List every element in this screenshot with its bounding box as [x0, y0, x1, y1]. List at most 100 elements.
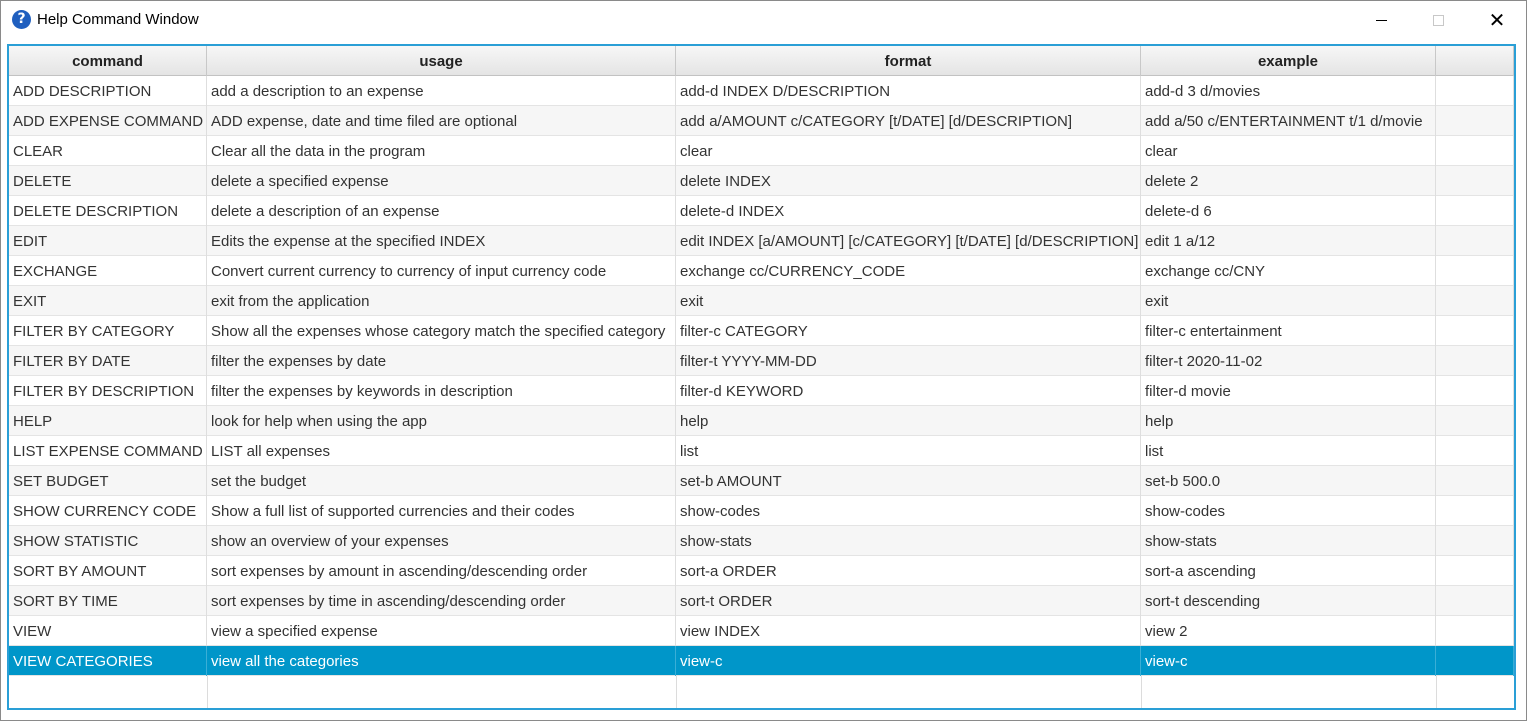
cell-example: show-stats — [1141, 526, 1436, 556]
cell-usage: view all the categories — [207, 646, 676, 676]
cell-format: help — [676, 406, 1141, 436]
cell-usage: look for help when using the app — [207, 406, 676, 436]
close-button[interactable]: ✕ — [1467, 1, 1527, 39]
table-row[interactable]: HELP look for help when using the app help… — [9, 406, 1514, 436]
cell-command: VIEW — [9, 616, 207, 646]
cell-command: SHOW STATISTIC — [9, 526, 207, 556]
cell-example: delete-d 6 — [1141, 196, 1436, 226]
cell-usage: add a description to an expense — [207, 76, 676, 106]
maximize-button[interactable] — [1408, 1, 1468, 39]
cell-format: sort-a ORDER — [676, 556, 1141, 586]
column-header-format[interactable]: format — [676, 46, 1141, 76]
cell-command: LIST EXPENSE COMMAND — [9, 436, 207, 466]
cell-example: show-codes — [1141, 496, 1436, 526]
cell-format: show-codes — [676, 496, 1141, 526]
table-row[interactable]: ADD EXPENSE COMMAND ADD expense, date and… — [9, 106, 1514, 136]
cell-usage: Show a full list of supported currencies… — [207, 496, 676, 526]
table-row[interactable]: DELETE DESCRIPTION delete a description o… — [9, 196, 1514, 226]
cell-command: ADD EXPENSE COMMAND — [9, 106, 207, 136]
cell-filler — [1436, 226, 1514, 256]
maximize-icon — [1432, 14, 1444, 26]
table-row[interactable]: EXCHANGE Convert current currency to curr… — [9, 256, 1514, 286]
cell-format: exit — [676, 286, 1141, 316]
table-header: command usage format example — [9, 46, 1514, 76]
cell-usage: sort expenses by amount in ascending/des… — [207, 556, 676, 586]
cell-command: HELP — [9, 406, 207, 436]
cell-command: EDIT — [9, 226, 207, 256]
cell-usage: exit from the application — [207, 286, 676, 316]
cell-filler — [1436, 406, 1514, 436]
table-row[interactable]: VIEW CATEGORIES view all the categories vi… — [9, 646, 1514, 676]
table-row[interactable]: SHOW CURRENCY CODE Show a full list of su… — [9, 496, 1514, 526]
cell-example: sort-a ascending — [1141, 556, 1436, 586]
table-body: ADD DESCRIPTION add a description to an e… — [9, 76, 1514, 676]
table-row[interactable]: LIST EXPENSE COMMAND LIST all expenses lis… — [9, 436, 1514, 466]
title-bar[interactable]: ? Help Command Window ✕ — [1, 1, 1526, 39]
cell-usage: Convert current currency to currency of … — [207, 256, 676, 286]
table-row[interactable]: FILTER BY CATEGORY Show all the expenses … — [9, 316, 1514, 346]
help-command-window: ? Help Command Window ✕ command usage fo… — [0, 0, 1527, 721]
cell-command: ADD DESCRIPTION — [9, 76, 207, 106]
column-header-example[interactable]: example — [1141, 46, 1436, 76]
table-row[interactable]: SORT BY TIME sort expenses by time in asc… — [9, 586, 1514, 616]
cell-usage: filter the expenses by keywords in descr… — [207, 376, 676, 406]
table-row[interactable]: DELETE delete a specified expense delete I… — [9, 166, 1514, 196]
cell-format: add-d INDEX D/DESCRIPTION — [676, 76, 1141, 106]
cell-command: EXCHANGE — [9, 256, 207, 286]
cell-example: exit — [1141, 286, 1436, 316]
cell-command: CLEAR — [9, 136, 207, 166]
cell-format: edit INDEX [a/AMOUNT] [c/CATEGORY] [t/DA… — [676, 226, 1141, 256]
cell-command: SET BUDGET — [9, 466, 207, 496]
close-icon: ✕ — [1488, 8, 1506, 32]
cell-filler — [1436, 106, 1514, 136]
cell-format: exchange cc/CURRENCY_CODE — [676, 256, 1141, 286]
cell-format: filter-d KEYWORD — [676, 376, 1141, 406]
column-header-command[interactable]: command — [9, 46, 207, 76]
table-row[interactable]: EXIT exit from the application exit exit — [9, 286, 1514, 316]
table-row[interactable]: FILTER BY DATE filter the expenses by dat… — [9, 346, 1514, 376]
cell-usage: Edits the expense at the specified INDEX — [207, 226, 676, 256]
cell-filler — [1436, 256, 1514, 286]
cell-example: exchange cc/CNY — [1141, 256, 1436, 286]
cell-filler — [1436, 136, 1514, 166]
cell-filler — [1436, 496, 1514, 526]
cell-example: clear — [1141, 136, 1436, 166]
cell-format: list — [676, 436, 1141, 466]
command-table[interactable]: command usage format example ADD DESCRIP… — [7, 44, 1516, 710]
cell-filler — [1436, 586, 1514, 616]
cell-filler — [1436, 376, 1514, 406]
table-row[interactable]: CLEAR Clear all the data in the program cl… — [9, 136, 1514, 166]
table-row[interactable]: ADD DESCRIPTION add a description to an e… — [9, 76, 1514, 106]
cell-usage: view a specified expense — [207, 616, 676, 646]
table-row[interactable]: VIEW view a specified expense view INDEX vi… — [9, 616, 1514, 646]
cell-filler — [1436, 436, 1514, 466]
cell-example: set-b 500.0 — [1141, 466, 1436, 496]
table-row[interactable]: SORT BY AMOUNT sort expenses by amount in… — [9, 556, 1514, 586]
cell-filler — [1436, 346, 1514, 376]
cell-format: filter-c CATEGORY — [676, 316, 1141, 346]
cell-format: filter-t YYYY-MM-DD — [676, 346, 1141, 376]
cell-format: view INDEX — [676, 616, 1141, 646]
cell-example: filter-c entertainment — [1141, 316, 1436, 346]
window-title: Help Command Window — [37, 11, 199, 28]
table-row[interactable]: SET BUDGET set the budget set-b AMOUNT set-… — [9, 466, 1514, 496]
cell-command: FILTER BY CATEGORY — [9, 316, 207, 346]
table-row[interactable]: FILTER BY DESCRIPTION filter the expenses… — [9, 376, 1514, 406]
cell-example: view-c — [1141, 646, 1436, 676]
cell-example: view 2 — [1141, 616, 1436, 646]
minimize-button[interactable] — [1351, 1, 1411, 39]
cell-filler — [1436, 616, 1514, 646]
cell-example: filter-t 2020-11-02 — [1141, 346, 1436, 376]
cell-example: sort-t descending — [1141, 586, 1436, 616]
cell-filler — [1436, 316, 1514, 346]
cell-usage: ADD expense, date and time filed are opt… — [207, 106, 676, 136]
table-row[interactable]: EDIT Edits the expense at the specified I… — [9, 226, 1514, 256]
cell-example: add-d 3 d/movies — [1141, 76, 1436, 106]
cell-example: list — [1141, 436, 1436, 466]
cell-filler — [1436, 76, 1514, 106]
column-header-usage[interactable]: usage — [207, 46, 676, 76]
table-row[interactable]: SHOW STATISTIC show an overview of your e… — [9, 526, 1514, 556]
cell-command: FILTER BY DESCRIPTION — [9, 376, 207, 406]
cell-command: SORT BY TIME — [9, 586, 207, 616]
help-question-icon: ? — [12, 10, 31, 29]
